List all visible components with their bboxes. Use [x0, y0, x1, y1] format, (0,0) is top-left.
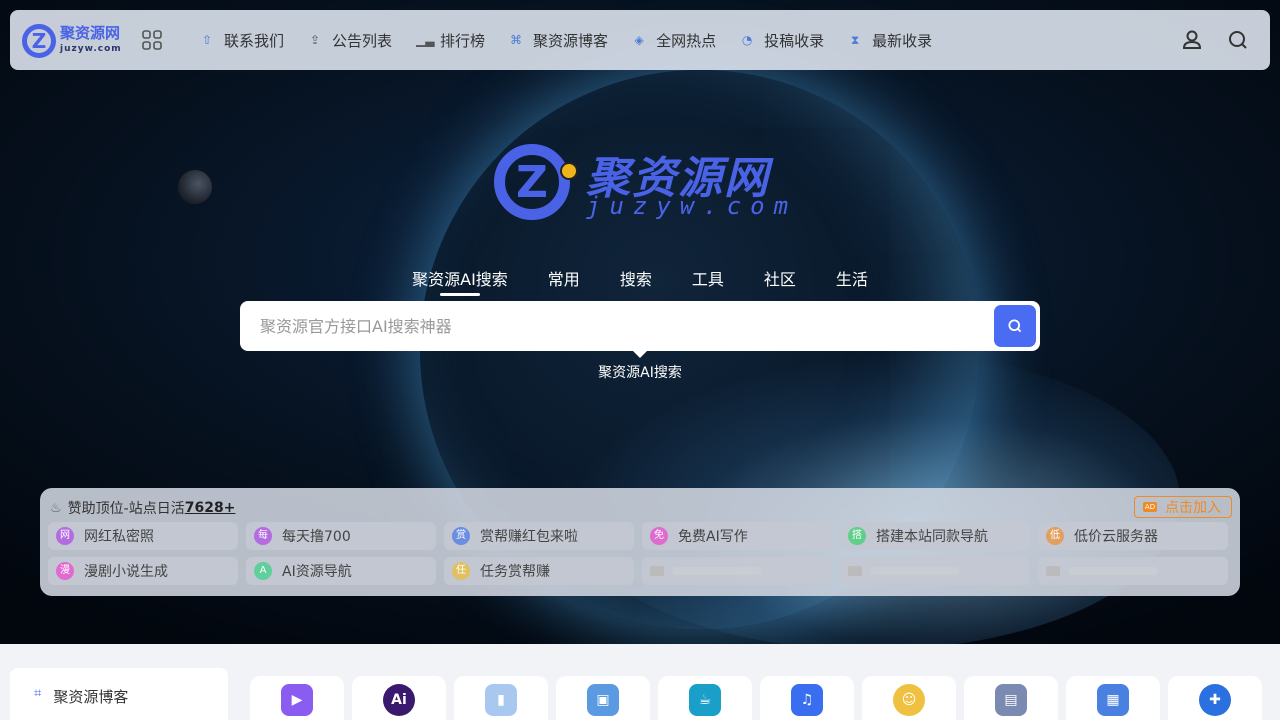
app-tile[interactable]: ▤ [964, 676, 1058, 720]
app-tile[interactable]: ▣ [556, 676, 650, 720]
rocket-icon: ⇧ [201, 33, 213, 47]
sponsor-item[interactable]: 漫漫剧小说生成 [48, 557, 238, 585]
app-tile[interactable]: ♫ [760, 676, 854, 720]
ad-placeholder-icon [1046, 566, 1060, 576]
app-icon-row: ▶ Ai ▮ ▣ ☕ ♫ ☺ ▤ ▦ ✚ [250, 676, 1270, 720]
sponsor-placeholder[interactable] [1038, 557, 1228, 585]
sponsor-item[interactable]: A AI资源导航 [246, 557, 436, 585]
sponsor-item[interactable]: 免免费AI写作 [642, 522, 832, 550]
moon-image [178, 170, 212, 204]
nodes-icon: ⌘ [510, 33, 523, 47]
sponsor-item[interactable]: 网网红私密照 [48, 522, 238, 550]
badge-icon: 搭 [848, 527, 866, 545]
search-engine-label[interactable]: 聚资源AI搜索 [0, 362, 1280, 382]
search-input[interactable] [260, 301, 980, 351]
coffee-app-icon: ☕ [689, 684, 721, 716]
logo-subtitle: juzyw.com [60, 44, 122, 54]
emoji-app-icon: ☺ [893, 684, 925, 716]
book-app-icon: ▮ [485, 684, 517, 716]
search-button-icon [1008, 319, 1022, 333]
video-app-icon: ▶ [281, 684, 313, 716]
sponsor-item[interactable]: 任任务赏帮赚 [444, 557, 634, 585]
badge-icon: 任 [452, 562, 470, 580]
sponsor-item[interactable]: 赏赏帮赚红包来啦 [444, 522, 634, 550]
tab-search[interactable]: 搜索 [620, 266, 652, 296]
sponsor-header: ♨ 赞助顶位-站点日活 7628+ [50, 498, 235, 518]
app-tile[interactable]: ▮ [454, 676, 548, 720]
ad-placeholder-icon [650, 566, 664, 576]
bottom-section: ⌗ 聚资源博客 ▶ Ai ▮ ▣ ☕ ♫ ☺ ▤ ▦ ✚ [0, 644, 1280, 720]
app-tile[interactable]: ☺ [862, 676, 956, 720]
badge-icon: A [254, 562, 272, 580]
search-button[interactable] [994, 305, 1036, 347]
search-icon[interactable] [1226, 28, 1250, 52]
pie-icon: ◔ [741, 33, 753, 47]
sponsor-grid: 网网红私密照 每每天撸700 赏赏帮赚红包来啦 免免费AI写作 搭搭建本站同款导… [48, 522, 1232, 585]
sponsor-placeholder[interactable] [840, 557, 1030, 585]
layers-icon: ◈ [634, 33, 644, 47]
badge-icon: 网 [56, 527, 74, 545]
badge-icon: 赏 [452, 527, 470, 545]
search-box [240, 301, 1040, 351]
search-tabs: 聚资源AI搜索 常用 搜索 工具 社区 生活 [0, 266, 1280, 296]
music-app-icon: ♫ [791, 684, 823, 716]
desk-app-icon: ▤ [995, 684, 1027, 716]
badge-icon: 免 [650, 527, 668, 545]
bar-chart-icon: ▁▃ [416, 33, 435, 47]
nav-item-submit[interactable]: ◔ 投稿收录 [740, 30, 824, 51]
app-tile[interactable]: ▦ [1066, 676, 1160, 720]
sponsor-count: 7628+ [184, 500, 236, 516]
flame-icon: ♨ [50, 500, 62, 516]
nav-actions [1158, 28, 1250, 52]
logo-title: 聚资源网 [60, 24, 121, 42]
hero-logo-subtitle: juzyw.com [586, 192, 798, 220]
app-tile[interactable]: ☕ [658, 676, 752, 720]
coin-icon [560, 162, 578, 180]
join-button[interactable]: AD 点击加入 [1134, 496, 1232, 518]
blog-card[interactable]: ⌗ 聚资源博客 [10, 668, 228, 720]
logo-z-icon: Z [22, 24, 56, 58]
hourglass-icon: ⧗ [850, 33, 860, 47]
apps-grid-icon[interactable] [142, 30, 162, 50]
scan-icon: ⌗ [34, 686, 42, 701]
hero-logo: Z 聚资源网 juzyw.com [494, 142, 794, 222]
sponsor-title: 赞助顶位-站点日活 [67, 501, 185, 517]
blog-label: 聚资源博客 [53, 688, 129, 706]
top-navbar: Z 聚资源网 juzyw.com ⇧ 联系我们 ⇪ 公告列表 ▁▃ 排行榜 ⌘ 聚资源博… [10, 10, 1270, 70]
tab-tools[interactable]: 工具 [692, 266, 724, 296]
nav-item-ranking[interactable]: ▁▃ 排行榜 [416, 30, 485, 51]
browser-app-icon: ▣ [587, 684, 619, 716]
nav-item-hot[interactable]: ◈ 全网热点 [632, 30, 716, 51]
badge-icon: 低 [1046, 527, 1064, 545]
nav-item-contact[interactable]: ⇧ 联系我们 [200, 30, 284, 51]
badge-icon: 漫 [56, 562, 74, 580]
ad-icon: AD [1143, 502, 1157, 512]
sponsor-panel: ♨ 赞助顶位-站点日活 7628+ AD 点击加入 网网红私密照 每每天撸700… [40, 488, 1240, 596]
app-tile[interactable]: ✚ [1168, 676, 1262, 720]
site-logo[interactable]: Z 聚资源网 juzyw.com [22, 24, 134, 58]
nav-menu: ⇧ 联系我们 ⇪ 公告列表 ▁▃ 排行榜 ⌘ 聚资源博客 ◈ 全网热点 ◔ 投稿收录 ⧗ 最新… [200, 10, 956, 70]
app-tile[interactable]: Ai [352, 676, 446, 720]
engine-pointer [632, 350, 648, 358]
tab-community[interactable]: 社区 [764, 266, 796, 296]
sponsor-item[interactable]: 搭搭建本站同款导航 [840, 522, 1030, 550]
tab-common[interactable]: 常用 [548, 266, 580, 296]
nav-item-blog[interactable]: ⌘ 聚资源博客 [509, 30, 608, 51]
pie-app-icon: ✚ [1199, 684, 1231, 716]
nav-item-latest[interactable]: ⧗ 最新收录 [848, 30, 932, 51]
nav-item-announcements[interactable]: ⇪ 公告列表 [308, 30, 392, 51]
sponsor-item[interactable]: 低低价云服务器 [1038, 522, 1228, 550]
sponsor-item[interactable]: 每每天撸700 [246, 522, 436, 550]
ad-placeholder-icon [848, 566, 862, 576]
hero-logo-z-icon: Z [494, 144, 570, 220]
badge-icon: 每 [254, 527, 272, 545]
sponsor-placeholder[interactable] [642, 557, 832, 585]
tab-life[interactable]: 生活 [836, 266, 868, 296]
user-icon[interactable] [1180, 28, 1204, 52]
app-tile[interactable]: ▶ [250, 676, 344, 720]
dashboard-app-icon: ▦ [1097, 684, 1129, 716]
upload-icon: ⇪ [309, 33, 321, 47]
tab-ai-search[interactable]: 聚资源AI搜索 [412, 266, 508, 296]
ai-app-icon: Ai [383, 684, 415, 716]
